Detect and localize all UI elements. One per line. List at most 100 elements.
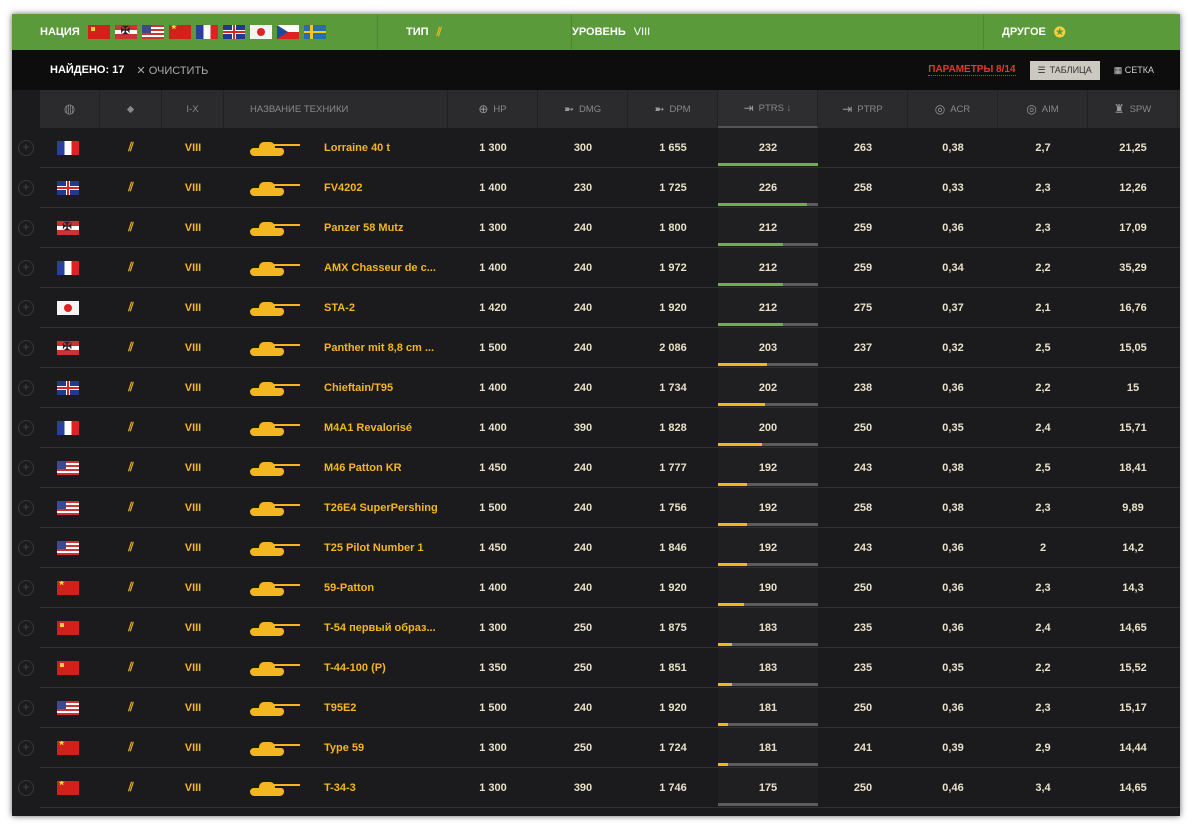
vehicle-name[interactable]: AMX Chasseur de c... (324, 262, 436, 274)
table-row[interactable]: + ⫽ VIII Chieftain/T95 1 400 240 1 734 202 23… (18, 368, 1180, 408)
add-compare-icon[interactable]: + (18, 299, 34, 316)
medium-tank-icon[interactable]: ⫽ (437, 25, 442, 40)
level-filter[interactable]: УРОВЕНЬ VIII (572, 14, 984, 50)
vehicle-name[interactable]: 59-Patton (324, 582, 374, 594)
vehicle-name[interactable]: STA-2 (324, 302, 355, 314)
add-compare-icon[interactable]: + (18, 739, 34, 756)
vehicle-name[interactable]: M46 Patton KR (324, 462, 402, 474)
premium-star-icon[interactable]: ✪ (1054, 24, 1066, 41)
sort-tier[interactable]: I-X (162, 90, 224, 128)
name-cell[interactable]: Chieftain/T95 (224, 368, 448, 407)
table-view-button[interactable]: ☰ ТАБЛИЦА (1029, 60, 1100, 80)
name-cell[interactable]: M46 Patton KR (224, 448, 448, 487)
table-row[interactable]: + ⫽ VIII T-34-3 1 300 390 1 746 175 250 0,46 3,… (18, 768, 1180, 808)
nation-flag-cn[interactable] (168, 25, 191, 39)
name-cell[interactable]: AMX Chasseur de c... (224, 248, 448, 287)
table-row[interactable]: + ⫽ VIII 59-Patton 1 400 240 1 920 190 250 0,3… (18, 568, 1180, 608)
sort-name[interactable]: НАЗВАНИЕ ТЕХНИКИ (224, 90, 448, 128)
vehicle-name[interactable]: T95E2 (324, 702, 356, 714)
nation-flag-de[interactable] (114, 25, 137, 39)
sort-spw[interactable]: ♜ SPW (1088, 90, 1178, 128)
other-filter[interactable]: ДРУГОЕ ✪ (984, 14, 1180, 50)
add-compare-icon[interactable]: + (18, 699, 34, 716)
name-cell[interactable]: STA-2 (224, 288, 448, 327)
sort-type[interactable]: ◆ (100, 90, 162, 128)
name-cell[interactable]: Lorraine 40 t (224, 128, 448, 167)
name-cell[interactable]: T25 Pilot Number 1 (224, 528, 448, 567)
nation-flag-ussr[interactable] (87, 25, 110, 39)
vehicle-name[interactable]: Lorraine 40 t (324, 142, 390, 154)
vehicle-name[interactable]: Panzer 58 Mutz (324, 222, 403, 234)
name-cell[interactable]: 59-Patton (224, 568, 448, 607)
add-compare-icon[interactable]: + (18, 139, 34, 156)
vehicle-name[interactable]: Panther mit 8,8 cm ... (324, 342, 434, 354)
add-compare-icon[interactable]: + (18, 259, 34, 276)
type-filter[interactable]: ТИП ⫽ (378, 14, 572, 50)
table-row[interactable]: + ⫽ VIII T95E2 1 500 240 1 920 181 250 0,36 2,3… (18, 688, 1180, 728)
add-compare-icon[interactable]: + (18, 219, 34, 236)
add-compare-icon[interactable]: + (18, 539, 34, 556)
name-cell[interactable]: Type 59 (224, 728, 448, 767)
table-row[interactable]: + ⫽ VIII T25 Pilot Number 1 1 450 240 1 846… (18, 528, 1180, 568)
add-compare-icon[interactable]: + (18, 659, 34, 676)
add-compare-icon[interactable]: + (18, 499, 34, 516)
sort-aim[interactable]: ◎ AIM (998, 90, 1088, 128)
vehicle-name[interactable]: T25 Pilot Number 1 (324, 542, 424, 554)
vehicle-name[interactable]: FV4202 (324, 182, 363, 194)
parameters-link[interactable]: ПАРАМЕТРЫ 8/14 (928, 64, 1016, 76)
vehicle-name[interactable]: Chieftain/T95 (324, 382, 393, 394)
add-compare-icon[interactable]: + (18, 779, 34, 796)
table-row[interactable]: + ⫽ VIII M46 Patton KR 1 450 240 1 777 192 24… (18, 448, 1180, 488)
clear-button[interactable]: ✕ ОЧИСТИТЬ (136, 64, 208, 77)
vehicle-name[interactable]: T-44-100 (P) (324, 662, 386, 674)
add-compare-icon[interactable]: + (18, 379, 34, 396)
table-row[interactable]: + ⫽ VIII T-54 первый образ... 1 300 250 1 8… (18, 608, 1180, 648)
table-row[interactable]: + ⫽ VIII FV4202 1 400 230 1 725 226 258 0,33 2,… (18, 168, 1180, 208)
vehicle-name[interactable]: T-54 первый образ... (324, 622, 436, 634)
vehicle-name[interactable]: T-34-3 (324, 782, 356, 794)
nation-flag-jp[interactable] (249, 25, 272, 39)
add-compare-icon[interactable]: + (18, 579, 34, 596)
name-cell[interactable]: Panzer 58 Mutz (224, 208, 448, 247)
grid-view-button[interactable]: ▦ СЕТКА (1114, 65, 1154, 76)
sort-acr[interactable]: ◎ ACR (908, 90, 998, 128)
vehicle-name[interactable]: M4A1 Revalorisé (324, 422, 412, 434)
table-row[interactable]: + ⫽ VIII Lorraine 40 t 1 300 300 1 655 232 26… (18, 128, 1180, 168)
name-cell[interactable]: M4A1 Revalorisé (224, 408, 448, 447)
add-compare-icon[interactable]: + (18, 419, 34, 436)
penetration-premium-icon: ⇥ (842, 102, 853, 116)
sort-dpm[interactable]: ➼ DPM (628, 90, 718, 128)
sort-ptrp[interactable]: ⇥ PTRP (818, 90, 908, 128)
sort-ptrs[interactable]: ⇥ PTRS ↓ (718, 90, 818, 128)
table-row[interactable]: + ⫽ VIII Panther mit 8,8 cm ... 1 500 240 2… (18, 328, 1180, 368)
name-cell[interactable]: T95E2 (224, 688, 448, 727)
name-cell[interactable]: T-34-3 (224, 768, 448, 807)
sort-dmg[interactable]: ➼ DMG (538, 90, 628, 128)
dmg-cell: 240 (573, 381, 593, 394)
nation-flag-uk[interactable] (222, 25, 245, 39)
nation-flag-cz[interactable] (276, 25, 299, 39)
sort-hp[interactable]: ⊕ HP (448, 90, 538, 128)
name-cell[interactable]: FV4202 (224, 168, 448, 207)
table-row[interactable]: + ⫽ VIII M4A1 Revalorisé 1 400 390 1 828 200… (18, 408, 1180, 448)
sort-nation[interactable]: ◍ (40, 90, 100, 128)
add-compare-icon[interactable]: + (18, 619, 34, 636)
table-row[interactable]: + ⫽ VIII Panzer 58 Mutz 1 300 240 1 800 212 2… (18, 208, 1180, 248)
table-row[interactable]: + ⫽ VIII Type 59 1 300 250 1 724 181 241 0,39 2… (18, 728, 1180, 768)
add-compare-icon[interactable]: + (18, 179, 34, 196)
nation-flag-se[interactable] (303, 25, 326, 39)
nation-flag-us[interactable] (141, 25, 164, 39)
table-row[interactable]: + ⫽ VIII T26E4 SuperPershing 1 500 240 1 75… (18, 488, 1180, 528)
name-cell[interactable]: Panther mit 8,8 cm ... (224, 328, 448, 367)
name-cell[interactable]: T-44-100 (P) (224, 648, 448, 687)
add-compare-icon[interactable]: + (18, 459, 34, 476)
name-cell[interactable]: T26E4 SuperPershing (224, 488, 448, 527)
vehicle-name[interactable]: Type 59 (324, 742, 364, 754)
name-cell[interactable]: T-54 первый образ... (224, 608, 448, 647)
add-compare-icon[interactable]: + (18, 339, 34, 356)
table-row[interactable]: + ⫽ VIII AMX Chasseur de c... 1 400 240 1 9… (18, 248, 1180, 288)
nation-flag-fr[interactable] (195, 25, 218, 39)
table-row[interactable]: + ⫽ VIII STA-2 1 420 240 1 920 212 275 0,37 2,1… (18, 288, 1180, 328)
vehicle-name[interactable]: T26E4 SuperPershing (324, 502, 438, 514)
table-row[interactable]: + ⫽ VIII T-44-100 (P) 1 350 250 1 851 183 235… (18, 648, 1180, 688)
